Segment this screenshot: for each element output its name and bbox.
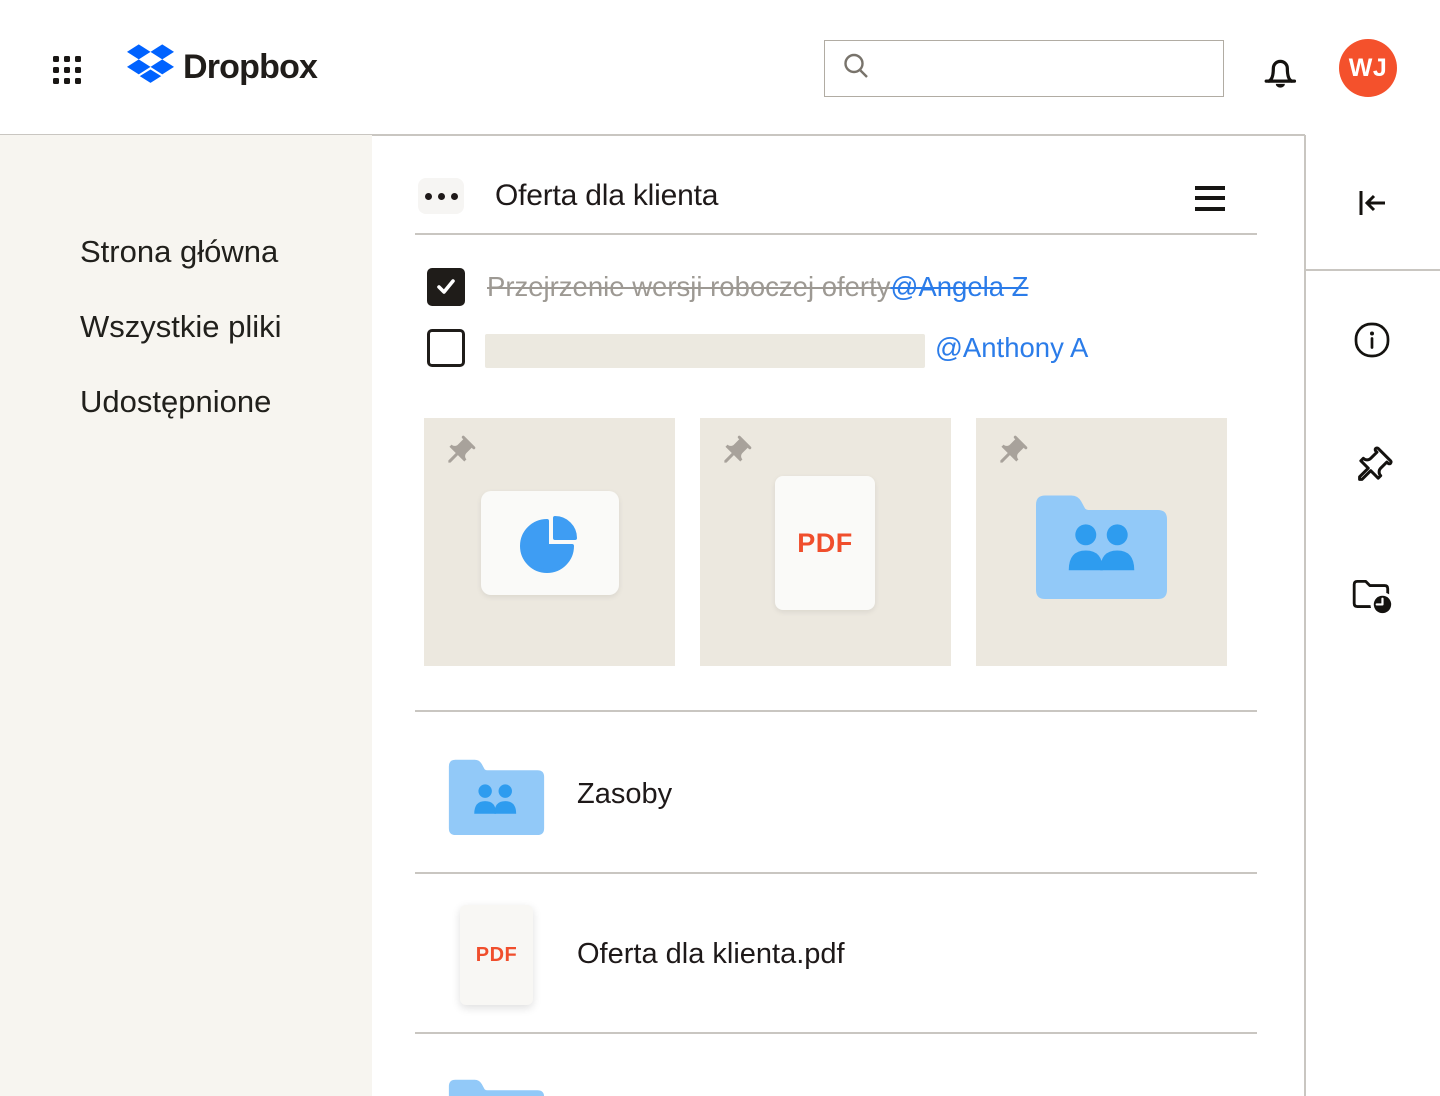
pdf-thumbnail: PDF <box>775 476 875 610</box>
pin-icon <box>993 434 1029 475</box>
pdf-file-icon: PDF <box>460 905 533 1005</box>
pdf-badge: PDF <box>475 943 518 966</box>
file-name: Zasoby <box>577 777 673 810</box>
recent-folders-button[interactable] <box>1350 573 1394 617</box>
sidebar-item-home[interactable]: Strona główna <box>80 232 278 272</box>
pinned-card-pdf[interactable]: PDF <box>700 418 951 666</box>
section-divider <box>415 233 1257 235</box>
dropbox-app: Dropbox WJ Strona główna Wszystkie pliki… <box>0 0 1440 1096</box>
pin-icon <box>717 434 753 475</box>
pinned-card-folder[interactable] <box>976 418 1227 666</box>
sidebar-item-all-files[interactable]: Wszystkie pliki <box>80 307 282 347</box>
pinned-button[interactable] <box>1350 445 1394 489</box>
pdf-badge: PDF <box>797 527 853 558</box>
info-icon <box>1354 322 1390 358</box>
dropbox-wordmark: Dropbox <box>183 48 318 86</box>
shared-folder-icon <box>1036 486 1167 607</box>
avatar[interactable]: WJ <box>1339 39 1397 97</box>
sidebar-item-label: Wszystkie pliki <box>80 309 282 344</box>
left-sidebar: Strona główna Wszystkie pliki Udostępnio… <box>0 135 372 1096</box>
task-text: Przejrzenie wersji roboczej oferty <box>487 271 891 302</box>
file-row-zasoby[interactable]: Zasoby <box>415 710 1257 872</box>
search-bar[interactable] <box>824 40 1224 97</box>
pinned-card-chart[interactable] <box>424 418 675 666</box>
mention-link[interactable]: @Angela Z <box>890 271 1028 303</box>
check-icon <box>437 279 455 294</box>
right-panel-border <box>1304 135 1306 1096</box>
folder-clock-icon <box>1352 579 1394 616</box>
avatar-initials: WJ <box>1348 53 1388 82</box>
sidebar-item-label: Strona główna <box>80 234 279 269</box>
task-checkbox-empty[interactable] <box>427 329 465 367</box>
more-options-button[interactable] <box>418 178 464 214</box>
collapse-panel-button[interactable] <box>1350 181 1394 225</box>
pie-chart-icon <box>520 516 577 573</box>
task-item-open: @Anthony A <box>935 329 1088 367</box>
right-panel-divider <box>1305 269 1440 271</box>
menu-hamburger-icon[interactable] <box>1195 180 1229 216</box>
notifications-bell-icon[interactable] <box>1260 50 1302 90</box>
shared-folder-icon <box>448 755 545 840</box>
search-icon <box>841 51 871 86</box>
dropbox-glyph-icon <box>127 44 174 91</box>
sidebar-item-shared[interactable]: Udostępnione <box>80 382 271 422</box>
page-title: Oferta dla klienta <box>495 179 719 212</box>
sidebar-item-label: Udostępnione <box>80 384 272 419</box>
chart-thumbnail <box>481 491 619 595</box>
top-header: Dropbox WJ <box>0 0 1440 135</box>
dropbox-logo[interactable]: Dropbox <box>127 44 318 91</box>
file-name: Oferta dla klienta.pdf <box>577 937 845 970</box>
task-item-done: Przejrzenie wersji roboczej oferty @Ange… <box>487 268 1028 306</box>
task-checkbox-checked[interactable] <box>427 268 465 306</box>
file-row-oferta-pdf[interactable]: PDF Oferta dla klienta.pdf <box>415 872 1257 1032</box>
file-row-partial[interactable] <box>415 1032 1257 1096</box>
task-text-placeholder <box>485 334 925 368</box>
collapse-left-icon <box>1359 191 1385 215</box>
info-button[interactable] <box>1350 318 1394 362</box>
search-input[interactable] <box>879 40 1223 97</box>
folder-icon <box>448 1075 545 1096</box>
pin-outline-icon <box>1358 446 1393 481</box>
mention-link[interactable]: @Anthony A <box>935 332 1088 364</box>
pin-icon <box>441 434 477 475</box>
apps-grid-icon[interactable] <box>53 56 82 85</box>
